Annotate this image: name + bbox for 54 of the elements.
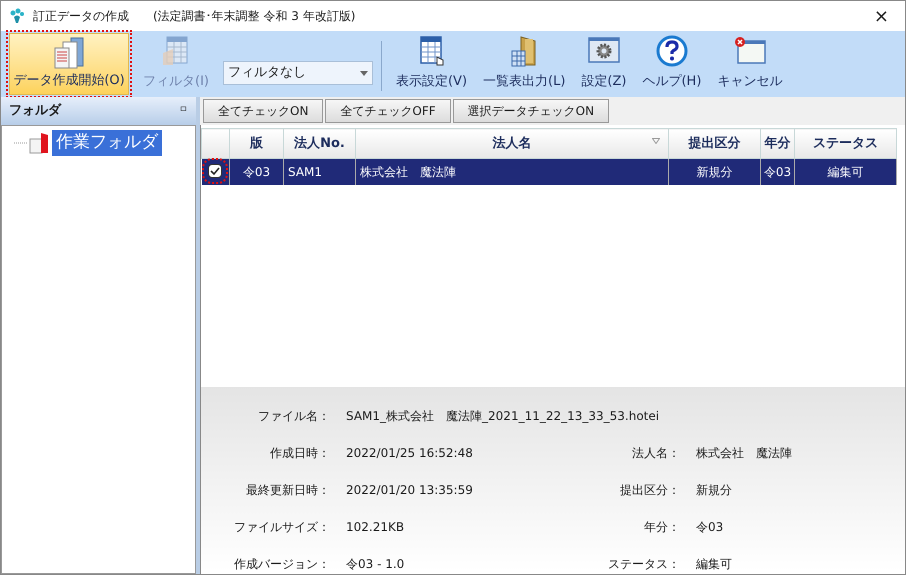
field-value: 編集可 [696,556,732,572]
window-subtitle: (法定調書･年末調整 令和 3 年改訂版) [153,8,356,25]
column-header[interactable]: 年分 [760,128,794,158]
panel-title: フォルダ [9,102,61,120]
filter-dropdown[interactable]: フィルタなし [222,61,373,85]
table-cell: 令03 [760,158,794,184]
app-icon [9,8,25,24]
table-cell: 新規分 [668,158,760,184]
close-button[interactable]: × [866,2,897,30]
field-label: ステータス： [607,556,681,572]
column-header[interactable]: 版 [230,128,284,158]
field-value: 新規分 [696,482,732,498]
table-cell: 株式会社 魔法陣 [356,158,668,184]
field-label: 提出区分： [619,482,681,498]
action-button[interactable]: 選択データチェックON [452,99,610,123]
field-value: 令03 - 1.0 [346,556,406,572]
gear-window-icon [586,35,621,65]
field-value: 2022/01/25 16:52:48 [346,444,474,462]
action-button[interactable]: 全てチェックON [203,99,324,123]
toolbar-button[interactable]: データ作成開始(O) [9,33,129,95]
field-label: 最終更新日時： [245,482,331,498]
toolbar-button[interactable]: 一覧表出力(L) [477,33,572,95]
dropdown-arrow-icon [360,70,368,76]
table-cell: SAM1 [284,158,356,184]
toolbar-button[interactable]: キャンセル [711,33,788,95]
action-button[interactable]: 全てチェックOFF [325,99,451,123]
field-label: ファイルサイズ： [233,518,331,536]
field-value: 2022/01/20 13:35:59 [346,482,474,498]
toolbar-button[interactable]: 設定(Z) [575,33,632,95]
tree-item[interactable]: 作業フォルダ [52,130,162,156]
column-header[interactable]: ステータス [794,128,896,158]
column-header[interactable]: 法人No. [284,128,356,158]
window-title: 訂正データの作成 [33,8,129,25]
table-cell: 編集可 [794,158,896,184]
sort-arrow-icon [652,138,660,144]
window-close-icon [732,35,767,67]
field-value: 102.21KB [346,518,406,536]
field-label: 法人名： [631,444,681,462]
column-header[interactable]: 提出区分 [668,128,760,158]
field-label: 年分： [643,518,681,536]
header-cell [202,128,230,158]
table-cell: 令03 [230,158,284,184]
help-icon [656,35,688,67]
column-header[interactable]: 法人名 [356,128,668,158]
toolbar-button[interactable]: 表示設定(V) [390,33,474,95]
field-label: ファイル名： [257,408,331,424]
field-label: 作成日時： [269,444,331,462]
field-label: 作成バージョン： [233,556,331,572]
table-row[interactable]: 令03 SAM1 株式会社 魔法陣 新規分 令03 編集可 [202,158,896,184]
field-value: SAM1_株式会社 魔法陣_2021_11_22_13_33_53.hotei [346,408,660,424]
field-value: 株式会社 魔法陣 [696,444,792,462]
pin-icon[interactable]: ㅁ [179,104,188,118]
field-value: 令03 [696,518,724,536]
toolbar-button[interactable]: ヘルプ(H) [636,33,708,95]
